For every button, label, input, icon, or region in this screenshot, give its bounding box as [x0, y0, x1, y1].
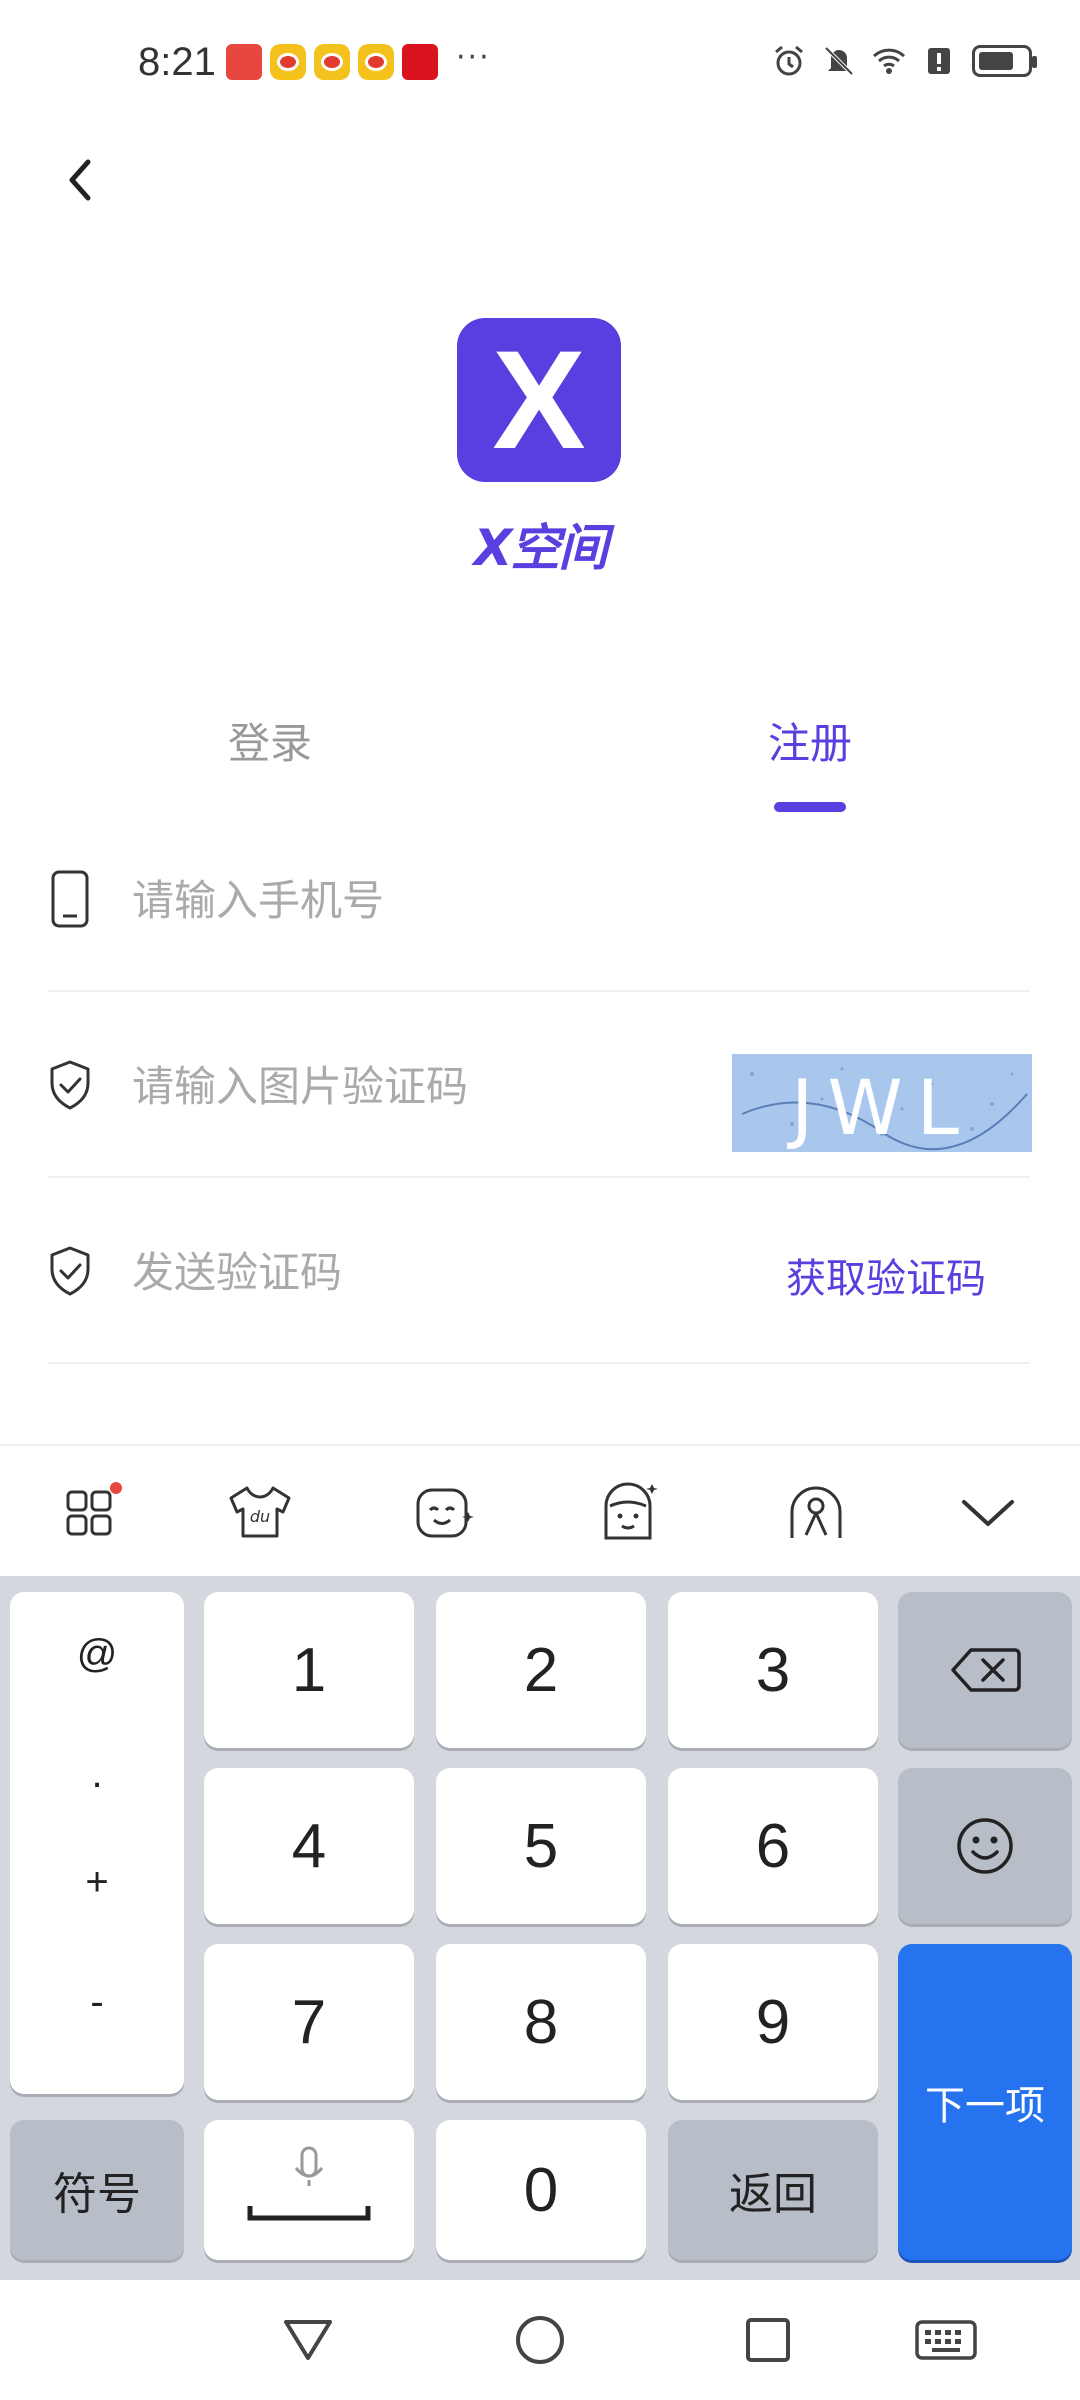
captcha-input[interactable]	[132, 1056, 732, 1116]
nav-back-button[interactable]	[278, 2310, 338, 2370]
symbol-column: @ . + -	[10, 1592, 184, 2094]
symbol-key-dot[interactable]: .	[10, 1752, 184, 1797]
handwriting-icon[interactable]	[780, 1476, 852, 1548]
nav-recents-button[interactable]	[738, 2310, 798, 2370]
key-5[interactable]: 5	[436, 1768, 646, 1924]
key-9[interactable]: 9	[668, 1944, 878, 2100]
chevron-down-icon[interactable]	[952, 1476, 1024, 1548]
notification-icons	[226, 44, 438, 80]
keyboard-toolbar: du	[0, 1444, 1080, 1576]
sms-code-input[interactable]	[132, 1242, 692, 1302]
weibo-icon	[314, 44, 350, 80]
symbol-key-at[interactable]: @	[10, 1632, 184, 1677]
shield-check-icon	[48, 1238, 92, 1304]
sticker-face-icon[interactable]	[592, 1476, 664, 1548]
square-recents-icon	[746, 2318, 790, 2362]
apps-grid-icon[interactable]	[56, 1476, 128, 1548]
emoji-face-icon[interactable]	[408, 1476, 480, 1548]
key-4[interactable]: 4	[204, 1768, 414, 1924]
chevron-left-icon	[69, 159, 91, 201]
next-field-key[interactable]: 下一项	[898, 1944, 1072, 2260]
app-logo: X	[457, 318, 621, 482]
mute-icon	[824, 46, 854, 76]
key-2[interactable]: 2	[436, 1592, 646, 1748]
alert-icon	[928, 48, 950, 74]
keyboard-icon	[915, 2320, 977, 2360]
alarm-icon	[775, 45, 803, 76]
keyboard-switch-button[interactable]	[914, 2310, 978, 2370]
emoji-key[interactable]	[898, 1768, 1072, 1924]
logo-letter: X	[492, 321, 586, 478]
phone-row	[48, 806, 1030, 992]
backspace-icon	[951, 1648, 1021, 1692]
space-voice-key[interactable]	[204, 2120, 414, 2260]
key-3[interactable]: 3	[668, 1592, 878, 1748]
tab-login[interactable]: 登录	[228, 710, 312, 771]
system-status-icons	[772, 44, 1037, 78]
smiley-icon	[957, 1818, 1013, 1874]
wifi-icon	[872, 48, 906, 74]
app-notification-icon	[402, 44, 438, 80]
captcha-text: JWL	[787, 1063, 973, 1152]
key-6[interactable]: 6	[668, 1768, 878, 1924]
shield-check-icon	[48, 1052, 92, 1118]
status-bar: 8:21 ···	[0, 0, 1080, 130]
key-7[interactable]: 7	[204, 1944, 414, 2100]
tab-register[interactable]: 注册	[768, 710, 852, 771]
key-1[interactable]: 1	[204, 1592, 414, 1748]
navigation-bar	[0, 2280, 1080, 2400]
sms-code-row: 获取验证码	[48, 1178, 1030, 1364]
svg-text:du: du	[250, 1507, 270, 1526]
get-code-button[interactable]: 获取验证码	[786, 1246, 986, 1304]
phone-icon	[48, 866, 92, 932]
skin-shirt-icon[interactable]: du	[224, 1476, 296, 1548]
key-0[interactable]: 0	[436, 2120, 646, 2260]
captcha-row: JWL	[48, 992, 1032, 1178]
numeric-keyboard: @ . + - 1 2 3 4 5 6 7 8 9 符号 0 返回 下一项	[0, 1576, 1080, 2280]
weibo-icon	[270, 44, 306, 80]
circle-home-icon	[516, 2316, 564, 2364]
microphone-space-icon	[247, 2146, 371, 2221]
nav-home-button[interactable]	[510, 2310, 570, 2370]
return-key[interactable]: 返回	[668, 2120, 878, 2260]
symbol-switch-key[interactable]: 符号	[10, 2120, 184, 2260]
key-8[interactable]: 8	[436, 1944, 646, 2100]
back-button[interactable]	[50, 150, 110, 210]
captcha-image[interactable]: JWL	[732, 1054, 1032, 1152]
backspace-key[interactable]	[898, 1592, 1072, 1748]
triangle-back-icon	[284, 2320, 332, 2360]
more-notifications-icon: ···	[456, 40, 491, 75]
phone-input[interactable]	[132, 870, 732, 930]
huawei-app-icon	[226, 44, 262, 80]
weibo-icon	[358, 44, 394, 80]
battery-icon	[972, 45, 1037, 77]
status-time: 8:21	[138, 40, 216, 84]
symbol-key-minus[interactable]: -	[10, 1980, 184, 2025]
symbol-key-plus[interactable]: +	[10, 1860, 184, 1905]
app-name: X空间	[473, 519, 609, 577]
